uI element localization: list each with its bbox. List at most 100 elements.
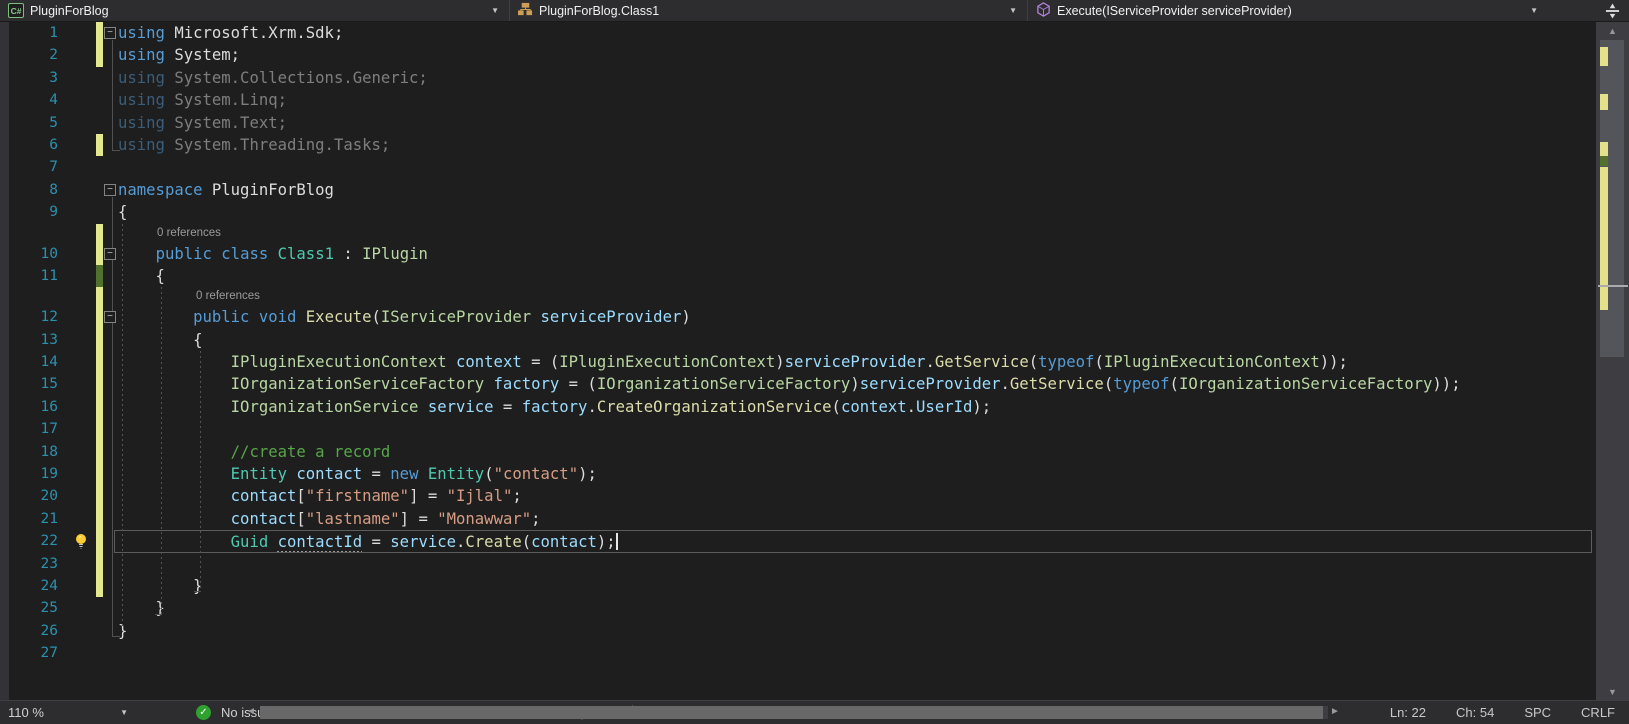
quick-actions-lightbulb[interactable]	[70, 530, 96, 552]
glyph-margin	[70, 44, 96, 66]
glyph-margin	[70, 306, 96, 328]
line-number[interactable]: 22	[9, 530, 70, 552]
code-line-10[interactable]: 10 − public class Class1 : IPlugin	[0, 242, 1596, 265]
code-line-15[interactable]: 15 IOrganizationServiceFactory factory =…	[0, 373, 1596, 396]
code-line-26[interactable]: 26}	[0, 620, 1596, 642]
code-line-23[interactable]: 23	[0, 552, 1596, 575]
glyph-margin	[70, 373, 96, 395]
line-number[interactable]: 27	[9, 642, 70, 664]
code-lines: 1− using Microsoft.Xrm.Sdk; 2 using System;…	[0, 22, 1596, 665]
code-line-25[interactable]: 25 }	[0, 597, 1596, 619]
line-number[interactable]: 6	[9, 134, 70, 156]
outlining-margin	[103, 351, 118, 373]
horizontal-scrollbar[interactable]	[260, 706, 1328, 719]
code-line-16[interactable]: 16 IOrganizationService service = factor…	[0, 395, 1596, 419]
codelens-references[interactable]: 0 references	[118, 224, 1596, 243]
code-line-11[interactable]: 11 {	[0, 264, 1596, 288]
code-line-19[interactable]: 19 Entity contact = new Entity("contact"…	[0, 463, 1596, 486]
line-number[interactable]: 25	[9, 597, 70, 619]
line-number[interactable]: 12	[9, 306, 70, 328]
line-number[interactable]: 17	[9, 418, 70, 440]
change-tracking-bar	[96, 223, 103, 243]
code-line-22[interactable]: 22 Guid contactId = service.Create(conta…	[0, 530, 1596, 553]
line-number[interactable]: 15	[9, 373, 70, 395]
code-line-13[interactable]: 13 {	[0, 328, 1596, 352]
line-number[interactable]: 24	[9, 575, 70, 597]
code-line-20[interactable]: 20 contact["firstname"] = "Ijlal";	[0, 485, 1596, 508]
code-text: {	[118, 203, 128, 222]
type-dropdown[interactable]: PluginForBlog.Class1 ▼	[510, 0, 1028, 21]
line-number[interactable]: 7	[9, 156, 70, 178]
code-line-14[interactable]: 14 IPluginExecutionContext context = (IP…	[0, 351, 1596, 374]
fold-toggle[interactable]: −	[104, 311, 116, 324]
code-text: {	[118, 330, 203, 349]
chevron-down-icon[interactable]: ▼	[491, 6, 501, 15]
line-number[interactable]: 23	[9, 553, 70, 575]
fold-toggle[interactable]: −	[104, 27, 116, 39]
project-dropdown[interactable]: C# PluginForBlog ▼	[0, 0, 510, 21]
line-ending-indicator[interactable]: CRLF	[1581, 705, 1615, 720]
code-line-8[interactable]: 8 − namespace PluginForBlog	[0, 179, 1596, 201]
line-number[interactable]: 9	[9, 201, 70, 223]
glyph-margin	[70, 418, 96, 440]
line-number[interactable]: 18	[9, 441, 70, 463]
line-number[interactable]: 2	[9, 44, 70, 66]
line-number[interactable]	[9, 224, 70, 243]
line-number[interactable]: 19	[9, 463, 70, 485]
line-number[interactable]: 16	[9, 396, 70, 418]
chevron-down-icon[interactable]: ▼	[1009, 6, 1019, 15]
split-editor-button[interactable]	[1596, 0, 1629, 21]
column-indicator[interactable]: Ch: 54	[1456, 705, 1494, 720]
code-line-27[interactable]: 27	[0, 642, 1596, 664]
code-editor[interactable]: 1− using Microsoft.Xrm.Sdk; 2 using System;…	[0, 22, 1596, 700]
line-number[interactable]	[9, 287, 70, 306]
code-line-18[interactable]: 18 //create a record	[0, 440, 1596, 464]
member-dropdown[interactable]: Execute(IServiceProvider serviceProvider…	[1028, 0, 1548, 21]
code-line-5[interactable]: 5 using System.Text;	[0, 112, 1596, 134]
code-line-17[interactable]: 17	[0, 418, 1596, 441]
line-number[interactable]: 1	[9, 22, 70, 44]
code-line-21[interactable]: 21 contact["lastname"] = "Monawwar";	[0, 507, 1596, 531]
code-line-1[interactable]: 1 − using Microsoft.Xrm.Sdk;	[0, 22, 1596, 45]
codelens-references[interactable]: 0 references	[118, 287, 1596, 306]
line-number[interactable]: 8	[9, 179, 70, 201]
fold-toggle[interactable]: −	[104, 183, 116, 196]
change-tracking-bar	[96, 287, 103, 307]
horizontal-scrollbar-thumb[interactable]	[260, 706, 1323, 719]
zoom-select[interactable]: 110 % ▼	[0, 701, 138, 724]
chevron-down-icon[interactable]: ▼	[1530, 6, 1540, 15]
line-number[interactable]: 20	[9, 485, 70, 507]
line-number[interactable]: 26	[9, 620, 70, 642]
code-line-9[interactable]: 9{	[0, 201, 1596, 223]
code-line-4[interactable]: 4 using System.Linq;	[0, 89, 1596, 111]
code-line-24[interactable]: 24 }	[0, 574, 1596, 598]
code-line-3[interactable]: 3 using System.Collections.Generic;	[0, 67, 1596, 89]
whitespace-indicator[interactable]: SPC	[1524, 705, 1551, 720]
line-number[interactable]: 3	[9, 67, 70, 89]
line-number[interactable]: 4	[9, 89, 70, 111]
line-indicator[interactable]: Ln: 22	[1390, 705, 1426, 720]
codelens-row[interactable]: 0 references	[0, 223, 1596, 243]
line-number[interactable]: 11	[9, 265, 70, 287]
code-line-2[interactable]: 2 using System;	[0, 44, 1596, 67]
code-line-6[interactable]: 6 using System.Threading.Tasks;	[0, 133, 1596, 157]
glyph-margin	[70, 441, 96, 463]
line-number[interactable]: 10	[9, 243, 70, 265]
outlining-margin	[103, 156, 118, 178]
code-line-7[interactable]: 7	[0, 156, 1596, 178]
scroll-down-arrow-icon[interactable]: ▼	[1596, 685, 1629, 699]
scroll-up-arrow-icon[interactable]: ▲	[1596, 24, 1629, 38]
scroll-left-arrow-icon[interactable]: ◄	[246, 706, 256, 717]
line-number[interactable]: 14	[9, 351, 70, 373]
line-number[interactable]: 13	[9, 329, 70, 351]
line-number[interactable]: 5	[9, 112, 70, 134]
fold-toggle[interactable]: −	[104, 247, 116, 260]
scroll-right-arrow-icon[interactable]: ►	[1330, 706, 1340, 717]
change-overview-mark	[1600, 94, 1608, 110]
code-line-12[interactable]: 12 − public void Execute(IServiceProvider…	[0, 306, 1596, 329]
vertical-scrollbar[interactable]: ▲ ▼	[1596, 22, 1629, 700]
line-number[interactable]: 21	[9, 508, 70, 530]
chevron-down-icon[interactable]: ▼	[120, 708, 130, 717]
codelens-row[interactable]: 0 references	[0, 287, 1596, 307]
